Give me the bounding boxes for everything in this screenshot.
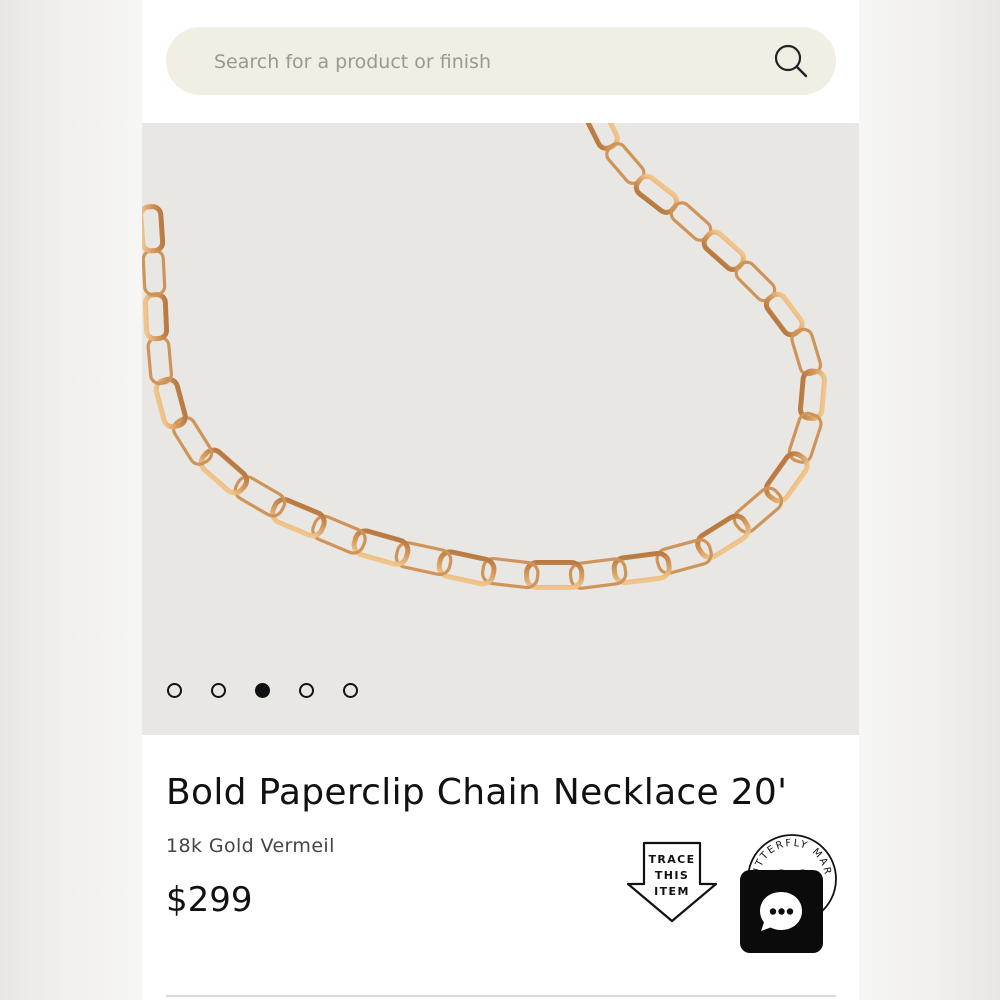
product-page: Bold Paperclip Chain Necklace 20' 18k Go… <box>142 0 859 1000</box>
trace-this-item-badge[interactable]: TRACE THIS ITEM <box>626 840 718 924</box>
carousel-dot-5[interactable] <box>343 683 358 698</box>
trace-word-3: ITEM <box>654 885 690 898</box>
chain-link <box>198 447 250 496</box>
chain-link <box>695 513 751 560</box>
chain-link <box>233 475 287 518</box>
chain-link <box>142 249 167 297</box>
product-finish: 18k Gold Vermeil <box>166 835 335 857</box>
product-image[interactable] <box>142 123 859 735</box>
chain-link <box>351 528 411 567</box>
chain-link <box>142 292 170 342</box>
chain-link <box>142 204 166 254</box>
carousel-dot-3[interactable] <box>255 683 270 698</box>
product-price: $299 <box>166 880 253 920</box>
carousel-dot-1[interactable] <box>167 683 182 698</box>
chain-link <box>172 416 214 466</box>
trace-word-2: THIS <box>654 869 690 882</box>
trace-word-1: TRACE <box>648 853 696 866</box>
chain-necklace-image <box>142 123 828 591</box>
chain-link <box>436 549 497 587</box>
product-title: Bold Paperclip Chain Necklace 20' <box>166 772 788 813</box>
chain-link <box>732 486 784 534</box>
chain-link <box>798 368 828 421</box>
search-icon[interactable] <box>772 42 810 80</box>
chain-link <box>583 123 620 151</box>
carousel-dot-2[interactable] <box>211 683 226 698</box>
carousel-dot-4[interactable] <box>299 683 314 698</box>
chain-link <box>153 376 188 430</box>
chain-link <box>763 451 810 504</box>
section-divider <box>166 995 836 997</box>
search-input[interactable] <box>212 41 756 83</box>
chain-link <box>611 550 672 586</box>
chat-button[interactable] <box>740 870 823 953</box>
chat-bubble-icon <box>760 892 802 931</box>
search-bar <box>166 27 836 95</box>
